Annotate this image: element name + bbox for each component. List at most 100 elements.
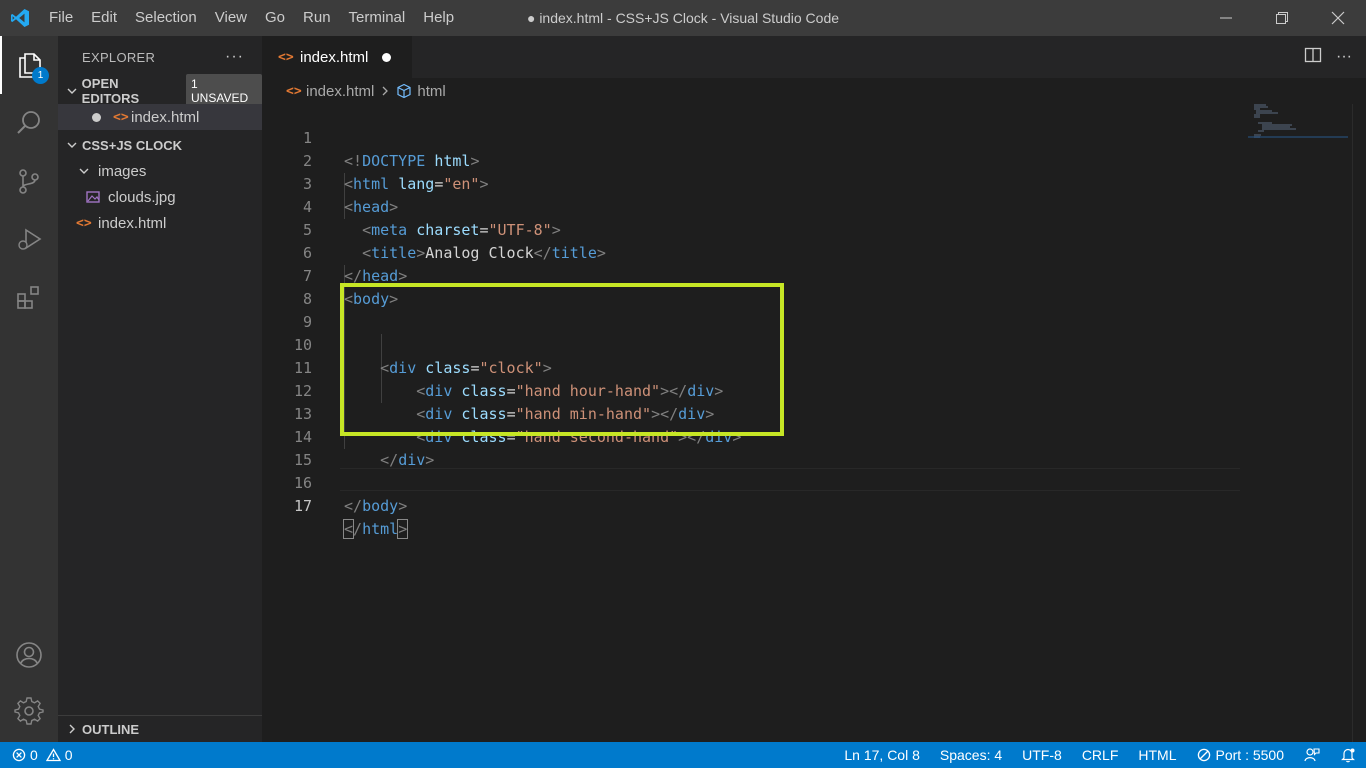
encoding[interactable]: UTF-8 — [1012, 742, 1072, 768]
menu-selection[interactable]: Selection — [126, 0, 206, 36]
chevron-down-icon — [62, 85, 82, 97]
window-controls — [1198, 0, 1366, 36]
menu-run[interactable]: Run — [294, 0, 340, 36]
symbol-icon — [396, 83, 412, 99]
unsaved-badge: 1 UNSAVED — [186, 74, 262, 108]
explorer-activity[interactable]: 1 — [0, 36, 58, 94]
unsaved-dot-icon[interactable] — [382, 52, 392, 62]
chevron-right-icon — [62, 723, 82, 735]
html-file-icon: <> — [278, 49, 294, 65]
chevron-down-icon — [78, 165, 98, 177]
open-editor-item[interactable]: <> index.html — [58, 104, 262, 130]
tab-index-html[interactable]: <> index.html — [262, 36, 412, 78]
indentation[interactable]: Spaces: 4 — [930, 742, 1012, 768]
menu-edit[interactable]: Edit — [82, 0, 126, 36]
file-clouds[interactable]: clouds.jpg — [58, 184, 262, 210]
code-line: 6 </head> — [262, 219, 1242, 285]
minimap[interactable] — [1248, 104, 1348, 144]
explorer-sidebar: EXPLORER ··· OPEN EDITORS 1 UNSAVED <> i… — [58, 36, 262, 742]
breadcrumb-symbol[interactable]: html — [417, 83, 445, 100]
code-text: </body> — [344, 497, 408, 515]
title-bar: File Edit Selection View Go Run Terminal… — [0, 0, 1366, 36]
minimize-button[interactable] — [1198, 0, 1254, 36]
activity-bar: 1 — [0, 36, 58, 742]
extensions-activity[interactable] — [0, 268, 58, 326]
live-server-port[interactable]: Port : 5500 — [1187, 742, 1295, 768]
image-file-icon — [86, 190, 108, 204]
folder-images[interactable]: images — [58, 158, 262, 184]
editor-tab-bar: <> index.html ··· — [262, 36, 1366, 78]
source-control-activity[interactable] — [0, 152, 58, 210]
outline-section[interactable]: OUTLINE — [58, 715, 262, 742]
code-editor[interactable]: 1 <!DOCTYPE html> 2 <html lang="en"> 3 <… — [262, 104, 1366, 742]
close-window-button[interactable] — [1310, 0, 1366, 36]
close-icon — [1331, 11, 1345, 25]
outline-label: OUTLINE — [82, 721, 140, 737]
open-editor-label: index.html — [131, 108, 200, 126]
project-label: CSS+JS CLOCK — [82, 137, 183, 153]
unsaved-dot-icon[interactable] — [92, 112, 101, 122]
menu-help[interactable]: Help — [414, 0, 463, 36]
accounts-activity[interactable] — [0, 626, 58, 684]
code-line: 7 <body> — [262, 242, 1242, 308]
search-activity[interactable] — [0, 94, 58, 152]
code-line: 3 <head> — [262, 150, 1242, 216]
notifications-button[interactable] — [1330, 747, 1366, 763]
chevron-right-icon — [380, 83, 390, 100]
code-line: 1 <!DOCTYPE html> — [262, 104, 1242, 170]
split-editor-icon[interactable] — [1304, 46, 1322, 69]
file-index-html[interactable]: <> index.html — [58, 210, 262, 236]
html-file-icon: <> — [286, 83, 302, 99]
end-of-line[interactable]: CRLF — [1072, 742, 1129, 768]
open-editors-label: OPEN EDITORS — [81, 76, 140, 106]
cursor-position[interactable]: Ln 17, Col 8 — [834, 742, 930, 768]
source-control-icon — [19, 169, 39, 194]
search-icon — [17, 111, 40, 134]
minimize-icon — [1220, 17, 1232, 19]
menu-view[interactable]: View — [206, 0, 256, 36]
code-line: 16 </body> — [262, 449, 1242, 515]
account-icon — [16, 642, 42, 668]
code-line: 2 <html lang="en"> — [262, 127, 1242, 193]
code-line: 17 </html> — [262, 472, 1242, 539]
breadcrumb-file[interactable]: index.html — [306, 83, 374, 100]
gear-icon — [14, 697, 44, 725]
breadcrumb: <> index.html html — [262, 78, 1366, 104]
more-actions-icon[interactable]: ··· — [1336, 48, 1352, 66]
menu-go[interactable]: Go — [256, 0, 294, 36]
menu-bar: File Edit Selection View Go Run Terminal… — [40, 0, 463, 36]
feedback-button[interactable] — [1294, 747, 1330, 763]
highlight-box — [340, 283, 784, 436]
line-number: 17 — [293, 497, 312, 515]
chevron-down-icon — [62, 139, 82, 151]
manage-activity[interactable] — [0, 682, 58, 740]
code-line: 4 <meta charset="UTF-8"> — [262, 173, 1242, 239]
restore-button[interactable] — [1254, 0, 1310, 36]
language-mode[interactable]: HTML — [1128, 742, 1186, 768]
warning-icon — [45, 748, 61, 762]
code-text: </html> — [342, 519, 409, 539]
editor-actions: ··· — [1304, 36, 1352, 78]
problems-indicator[interactable]: 0 0 — [0, 747, 73, 763]
code-line: 5 <title>Analog Clock</title> — [262, 196, 1242, 262]
block-icon — [1197, 748, 1210, 762]
explorer-title: EXPLORER — [82, 49, 156, 65]
status-right: Ln 17, Col 8 Spaces: 4 UTF-8 CRLF HTML P… — [834, 742, 1366, 768]
folder-label: images — [98, 162, 147, 180]
file-label: clouds.jpg — [108, 188, 176, 206]
error-count: 0 — [30, 747, 38, 763]
more-actions-icon[interactable]: ··· — [225, 48, 244, 66]
run-debug-icon — [18, 228, 42, 250]
warning-count: 0 — [64, 747, 73, 763]
open-editors-section[interactable]: OPEN EDITORS 1 UNSAVED — [58, 74, 262, 108]
html-file-icon: <> — [113, 109, 129, 125]
bell-icon — [1341, 748, 1355, 763]
menu-terminal[interactable]: Terminal — [340, 0, 415, 36]
explorer-header: EXPLORER ··· — [58, 36, 262, 78]
status-bar: 0 0 Ln 17, Col 8 Spaces: 4 UTF-8 CRLF HT… — [0, 742, 1366, 768]
project-section[interactable]: CSS+JS CLOCK — [58, 132, 262, 158]
menu-file[interactable]: File — [40, 0, 82, 36]
vertical-scrollbar[interactable] — [1352, 104, 1366, 742]
run-debug-activity[interactable] — [0, 210, 58, 268]
extensions-icon — [17, 286, 39, 309]
